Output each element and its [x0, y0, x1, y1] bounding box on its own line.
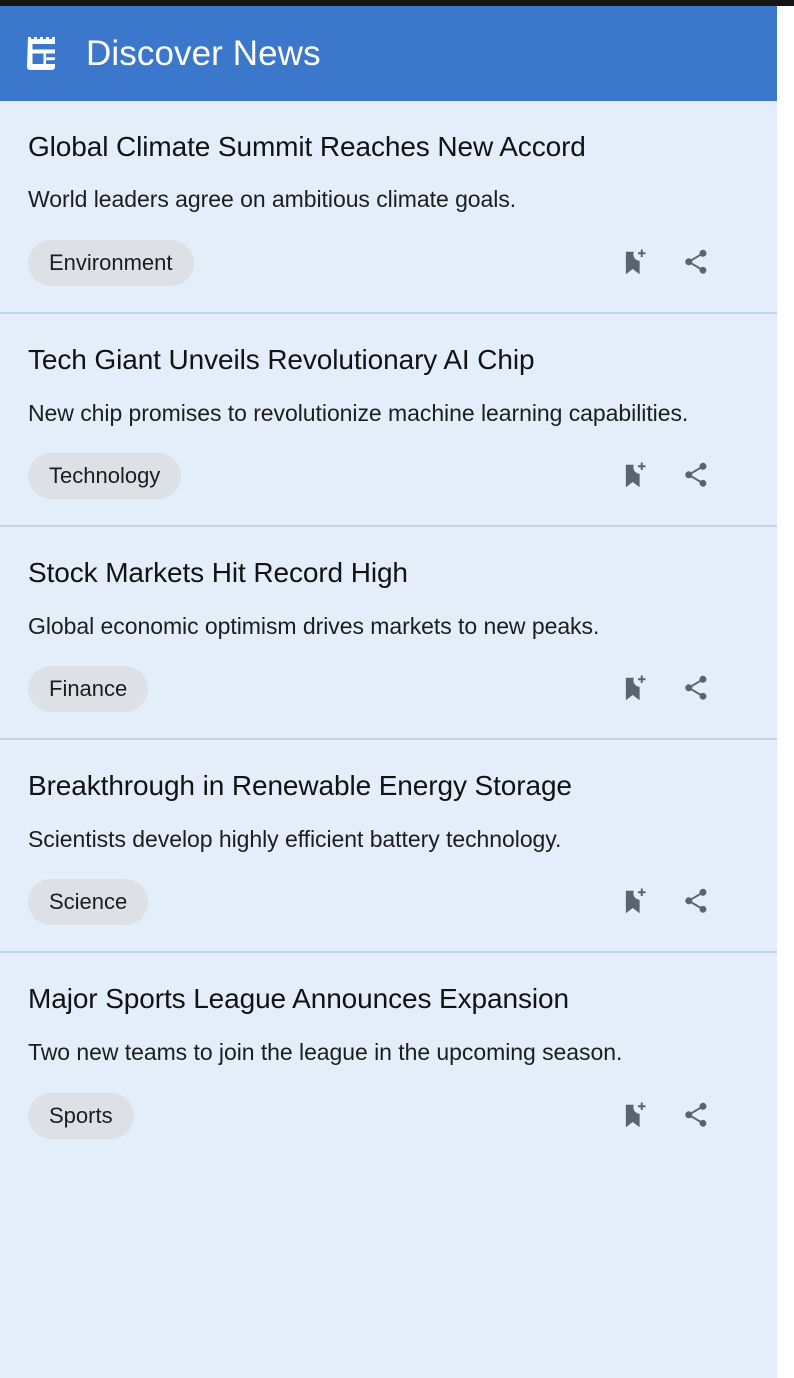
share-icon[interactable]	[679, 672, 713, 706]
news-card[interactable]: Breakthrough in Renewable Energy Storage…	[0, 740, 777, 954]
news-card-actions	[617, 246, 749, 280]
news-description: World leaders agree on ambitious climate…	[28, 186, 517, 213]
news-card[interactable]: Global Climate Summit Reaches New Accord…	[0, 101, 777, 315]
news-card-footer: Science	[28, 879, 749, 926]
share-icon[interactable]	[679, 1099, 713, 1133]
bookmark-add-icon[interactable]	[617, 672, 651, 706]
news-title: Stock Markets Hit Record High	[28, 557, 408, 589]
news-card-actions	[617, 885, 749, 919]
news-article-icon	[24, 34, 64, 74]
news-title: Tech Giant Unveils Revolutionary AI Chip	[28, 344, 535, 376]
page-title: Discover News	[86, 34, 321, 73]
news-card[interactable]: Stock Markets Hit Record High Global eco…	[0, 527, 777, 741]
category-chip[interactable]: Technology	[28, 453, 182, 500]
share-icon[interactable]	[679, 885, 713, 919]
news-description: Scientists develop highly efficient batt…	[28, 825, 562, 852]
news-feed: Global Climate Summit Reaches New Accord…	[0, 101, 777, 1165]
share-icon[interactable]	[679, 459, 713, 493]
news-card-actions	[617, 1099, 749, 1133]
bookmark-add-icon[interactable]	[617, 459, 651, 493]
news-description: Two new teams to join the league in the …	[28, 1038, 623, 1065]
news-card-footer: Sports	[28, 1092, 749, 1139]
news-card-actions	[617, 672, 749, 706]
news-card[interactable]: Major Sports League Announces Expansion …	[0, 953, 777, 1165]
app-viewport: Discover News Global Climate Summit Reac…	[0, 6, 777, 1378]
category-chip[interactable]: Sports	[28, 1092, 134, 1139]
category-chip[interactable]: Environment	[28, 240, 194, 287]
share-icon[interactable]	[679, 246, 713, 280]
category-chip[interactable]: Science	[28, 879, 149, 926]
news-description: New chip promises to revolutionize machi…	[28, 399, 689, 426]
bookmark-add-icon[interactable]	[617, 1099, 651, 1133]
news-card[interactable]: Tech Giant Unveils Revolutionary AI Chip…	[0, 314, 777, 528]
news-card-footer: Finance	[28, 666, 749, 713]
news-title: Major Sports League Announces Expansion	[28, 983, 569, 1015]
news-title: Global Climate Summit Reaches New Accord	[28, 131, 586, 162]
news-card-footer: Technology	[28, 453, 749, 500]
category-chip[interactable]: Finance	[28, 666, 149, 713]
app-header: Discover News	[0, 6, 777, 101]
bookmark-add-icon[interactable]	[617, 246, 651, 280]
bookmark-add-icon[interactable]	[617, 885, 651, 919]
app-root: Discover News Global Climate Summit Reac…	[0, 0, 794, 1378]
news-description: Global economic optimism drives markets …	[28, 612, 600, 639]
news-card-footer: Environment	[28, 240, 749, 287]
news-title: Breakthrough in Renewable Energy Storage	[28, 770, 572, 802]
news-card-actions	[617, 459, 749, 493]
